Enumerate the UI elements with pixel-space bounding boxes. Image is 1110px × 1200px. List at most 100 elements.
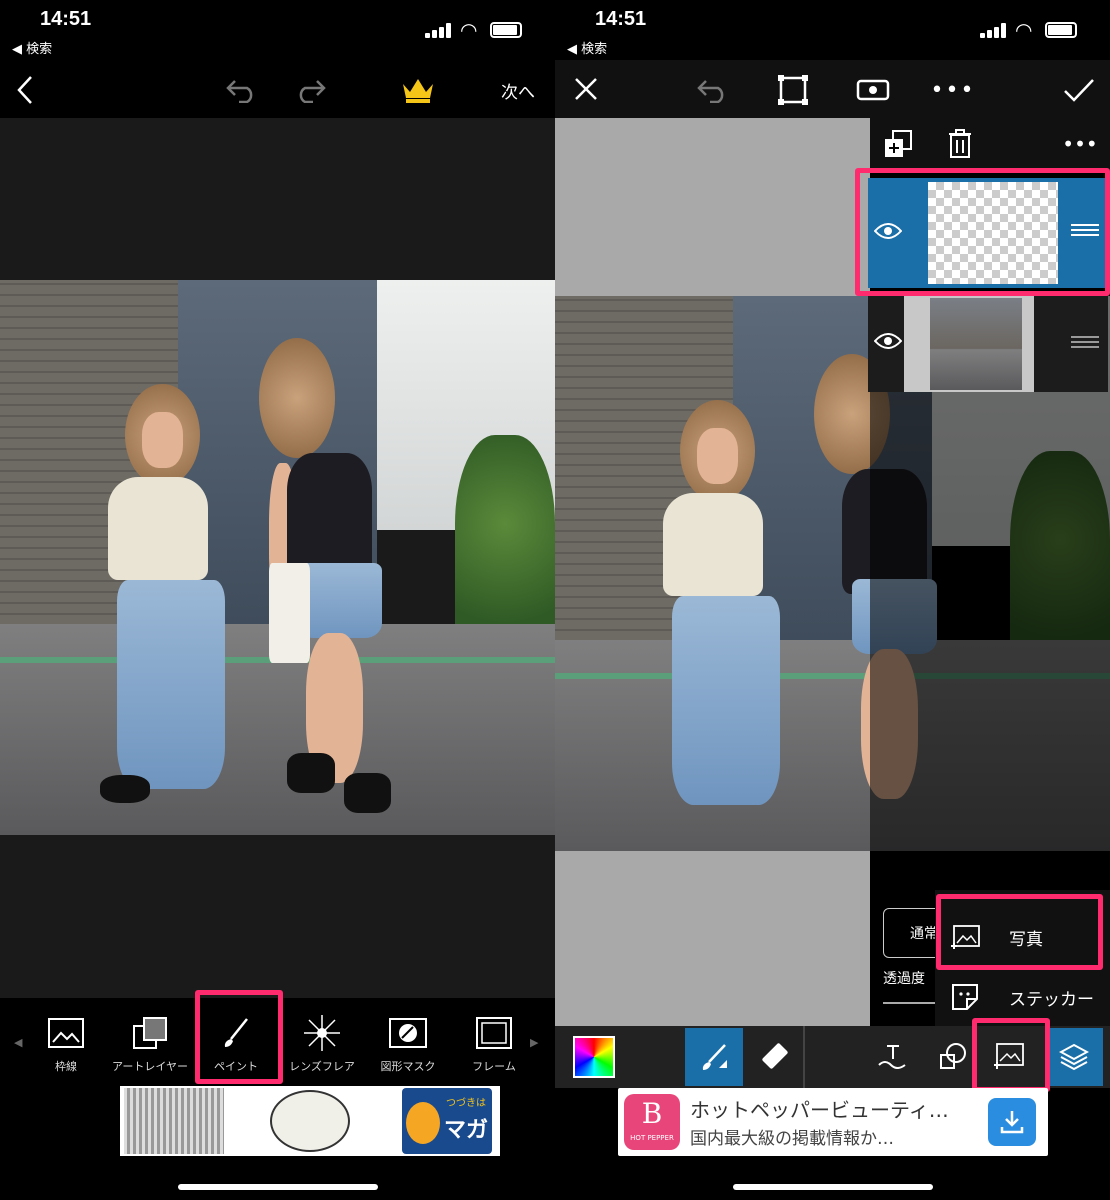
trash-icon[interactable] [944,128,976,160]
opacity-label: 透過度 [883,971,925,987]
battery-icon [1045,22,1077,38]
shape-tool-icon[interactable] [933,1036,973,1076]
tool-shape-mask[interactable]: 図形マスク [366,998,450,1086]
download-icon[interactable] [988,1098,1036,1146]
ad-manga-face [270,1090,350,1152]
logo-sub: HOT PEPPER [630,1134,674,1142]
undo-icon[interactable] [222,72,262,108]
tool-lens-flare[interactable]: レンズフレア [280,998,364,1086]
layer-photo[interactable] [868,296,1108,392]
status-bar: 14:51 ◀ 検索 ◠ [0,0,555,60]
art-layer-icon [130,1016,170,1050]
signal-icon [980,22,1008,38]
ad-banner-hotpepper[interactable]: B HOT PEPPER ホットペッパービューティ… 国内最大級の掲載情報か… [618,1088,1048,1156]
photo-canvas[interactable] [0,280,555,835]
tool-art-layer[interactable]: アートレイヤー [108,998,192,1086]
brush-tool-button[interactable] [685,1028,743,1086]
add-photo-tool-icon[interactable] [987,1034,1031,1078]
text-tool-icon[interactable] [873,1036,913,1076]
image-icon [46,1016,86,1050]
tool-paint[interactable]: ペイント [194,998,278,1086]
blend-mode-button[interactable]: 通常 [883,908,943,958]
eye-icon[interactable] [868,216,908,246]
menu-item-sticker[interactable]: ステッカー [935,972,1110,1022]
tool-frame[interactable]: フレーム [452,998,536,1086]
layer-more-icon[interactable]: ••• [1060,128,1100,160]
close-icon[interactable] [569,72,603,106]
tool-border[interactable]: 枠線 [24,998,108,1086]
frame-icon [474,1016,514,1050]
check-icon[interactable] [1059,72,1099,108]
left-screen: 14:51 ◀ 検索 ◠ 次へ ◀ 枠線 アートレイヤー ペイント レンズフレア… [0,0,555,1200]
eraser-icon[interactable] [753,1034,797,1078]
back-to-search-link[interactable]: ◀ 検索 [12,38,52,57]
crown-icon[interactable] [398,72,438,108]
tool-label: フレーム [472,1060,516,1073]
back-arrow-icon[interactable] [10,70,40,110]
back-to-search-link[interactable]: ◀ 検索 [567,38,607,57]
menu-photo-label: 写真 [1009,929,1043,950]
ad-mascot-icon [406,1102,440,1144]
editor-toolbar: 次へ [0,60,555,118]
scroll-left-icon: ◀ [14,1036,23,1049]
ad-manga-panel [124,1088,224,1154]
drag-handle-icon[interactable] [1068,330,1102,354]
tool-label: レンズフレア [289,1060,355,1073]
editor-toolbar: ••• [555,60,1110,118]
eye-icon[interactable] [868,326,908,356]
layers-button[interactable] [1045,1028,1103,1086]
brush-icon [702,1044,727,1070]
menu-item-photo[interactable]: 写真 [935,912,1110,962]
ad-text2: マガ [444,1118,489,1143]
photo-add-icon [935,925,995,949]
wifi-icon: ◠ [460,18,478,42]
ad-banner-manga[interactable]: つづきは マガ [120,1086,500,1156]
lens-flare-icon [302,1015,342,1051]
status-bar: 14:51 ◀ 検索 ◠ [555,0,1110,60]
layer-empty[interactable] [868,178,1108,288]
person-left [638,363,805,829]
color-picker-icon[interactable] [573,1036,615,1078]
battery-icon [490,22,522,38]
right-screen: 14:51 ◀ 検索 ◠ ••• ••• 通常 透過度 写真 ステッカー B H… [555,0,1110,1200]
person-right [250,313,439,813]
status-time: 14:51 [595,8,647,30]
logo-letter: B [641,1097,663,1130]
layer-thumbnail [928,182,1058,284]
person-left [83,347,250,813]
tool-label: ペイント [214,1060,258,1073]
more-icon[interactable]: ••• [931,72,974,108]
redo-icon[interactable] [290,72,330,108]
shape-mask-icon [388,1016,428,1050]
signal-icon [425,22,453,38]
brush-icon [216,1016,256,1050]
tool-label: 図形マスク [380,1060,436,1073]
home-indicator [733,1184,933,1190]
add-menu: 写真 ステッカー [935,890,1110,1030]
drag-handle-icon[interactable] [1068,218,1102,242]
tool-label: 枠線 [55,1060,77,1073]
sticker-icon [935,983,995,1011]
next-button[interactable]: 次へ [490,74,546,106]
tools-bar: ◀ 枠線 アートレイヤー ペイント レンズフレア 図形マスク フレーム ▶ [0,998,555,1086]
ad-subtitle: 国内最大級の掲載情報か… [690,1129,894,1149]
layers-panel-header: ••• [870,118,1110,170]
opacity-slider[interactable] [883,1002,935,1004]
ad-text1: つづきは [446,1098,486,1109]
layers-icon [1059,1043,1089,1071]
menu-sticker-label: ステッカー [1009,989,1094,1010]
ad-title: ホットペッパービューティ… [690,1098,949,1122]
tool-label: アートレイヤー [111,1060,188,1073]
layer-thumbnail [904,296,1034,392]
ad-magazine-logo: つづきは マガ [402,1088,492,1154]
home-indicator [178,1184,378,1190]
duplicate-layer-icon[interactable] [882,128,914,160]
wifi-icon: ◠ [1015,18,1033,42]
blend-mode-label: 通常 [910,926,938,942]
hotpepper-logo: B HOT PEPPER [624,1094,680,1150]
video-icon[interactable] [853,72,893,108]
scroll-right-icon: ▶ [530,1036,539,1049]
status-time: 14:51 [40,8,92,30]
crop-icon[interactable] [773,72,813,108]
undo-icon[interactable] [693,72,733,108]
